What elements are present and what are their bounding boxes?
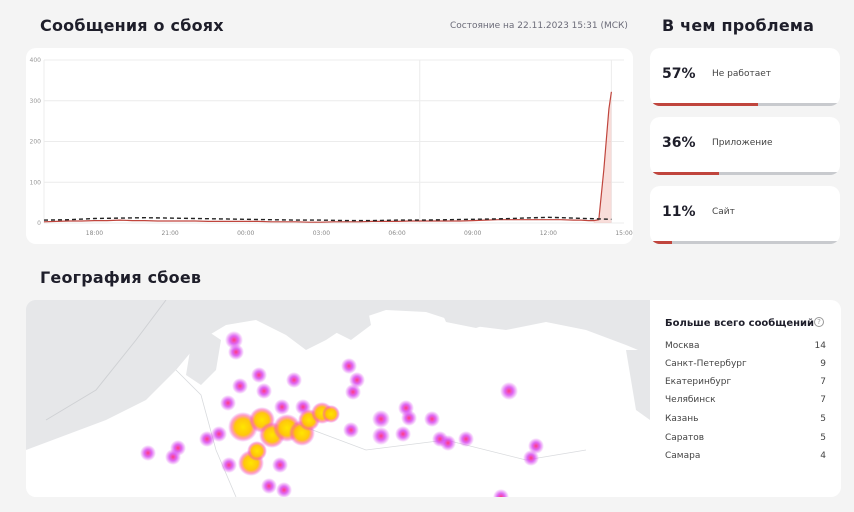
problem-label: Приложение — [712, 138, 773, 148]
x-tick-label: 21:00 — [161, 230, 178, 237]
x-tick-label: 09:00 — [464, 230, 481, 237]
problem-card-app[interactable]: 36% Приложение — [650, 117, 840, 175]
map-svg — [26, 300, 650, 497]
problem-percent: 36% — [662, 135, 696, 151]
problem-percent: 57% — [662, 66, 696, 82]
city-count: 5 — [820, 414, 826, 424]
problems-title: В чем проблема — [662, 16, 815, 35]
x-tick-label: 06:00 — [388, 230, 405, 237]
city-name: Санкт-Петербург — [665, 359, 747, 369]
city-count: 4 — [820, 451, 826, 461]
y-tick-label: 300 — [30, 98, 42, 105]
x-tick-label: 12:00 — [540, 230, 557, 237]
problem-label: Не работает — [712, 69, 771, 79]
page-title: Сообщения о сбоях — [40, 16, 224, 35]
status-timestamp: Состояние на 22.11.2023 15:31 (МСК) — [450, 21, 628, 31]
geography-title: География сбоев — [40, 268, 202, 287]
city-name: Казань — [665, 414, 699, 424]
problem-card-not-working[interactable]: 57% Не работает — [650, 48, 840, 106]
top-cities-panel: Больше всего сообщений ? Москва 14 Санкт… — [650, 300, 841, 497]
top-cities-title: Больше всего сообщений — [665, 318, 815, 329]
city-count: 14 — [814, 341, 826, 351]
problem-bar-fill — [652, 103, 759, 106]
x-tick-label: 18:00 — [86, 230, 103, 237]
problem-bar — [652, 241, 838, 244]
x-tick-label: 00:00 — [237, 230, 254, 237]
city-row: Челябинск 7 — [665, 395, 826, 411]
city-row: Москва 14 — [665, 341, 826, 357]
problem-percent: 11% — [662, 204, 696, 220]
problem-bar — [652, 103, 838, 106]
city-row: Саратов 5 — [665, 433, 826, 449]
problem-card-site[interactable]: 11% Сайт — [650, 186, 840, 244]
city-name: Самара — [665, 451, 701, 461]
problem-bar-fill — [652, 172, 719, 175]
city-count: 7 — [820, 377, 826, 387]
city-count: 9 — [820, 359, 826, 369]
city-row: Санкт-Петербург 9 — [665, 359, 826, 375]
problem-label: Сайт — [712, 207, 735, 217]
city-count: 7 — [820, 395, 826, 405]
y-tick-label: 400 — [30, 57, 42, 64]
y-tick-label: 0 — [37, 220, 41, 227]
city-name: Челябинск — [665, 395, 716, 405]
city-name: Москва — [665, 341, 700, 351]
x-tick-label: 03:00 — [313, 230, 330, 237]
x-tick-label: 15:00 — [615, 230, 632, 237]
city-row: Казань 5 — [665, 414, 826, 430]
city-name: Екатеринбург — [665, 377, 732, 387]
y-tick-label: 100 — [30, 179, 42, 186]
y-tick-label: 200 — [30, 139, 42, 146]
city-row: Екатеринбург 7 — [665, 377, 826, 393]
city-name: Саратов — [665, 433, 705, 443]
reports-line — [43, 91, 612, 223]
problem-bar — [652, 172, 838, 175]
line-chart: 0 100 200 300 400 18:00 21:00 00:00 03:00 06:00 09… — [30, 57, 633, 237]
problem-bar-fill — [652, 241, 673, 244]
city-row: Самара 4 — [665, 451, 826, 467]
outage-heatmap[interactable] — [26, 300, 650, 497]
reports-chart: 0 100 200 300 400 18:00 21:00 00:00 03:00 06:00 09… — [26, 48, 633, 244]
info-icon[interactable]: ? — [814, 317, 824, 327]
city-count: 5 — [820, 433, 826, 443]
